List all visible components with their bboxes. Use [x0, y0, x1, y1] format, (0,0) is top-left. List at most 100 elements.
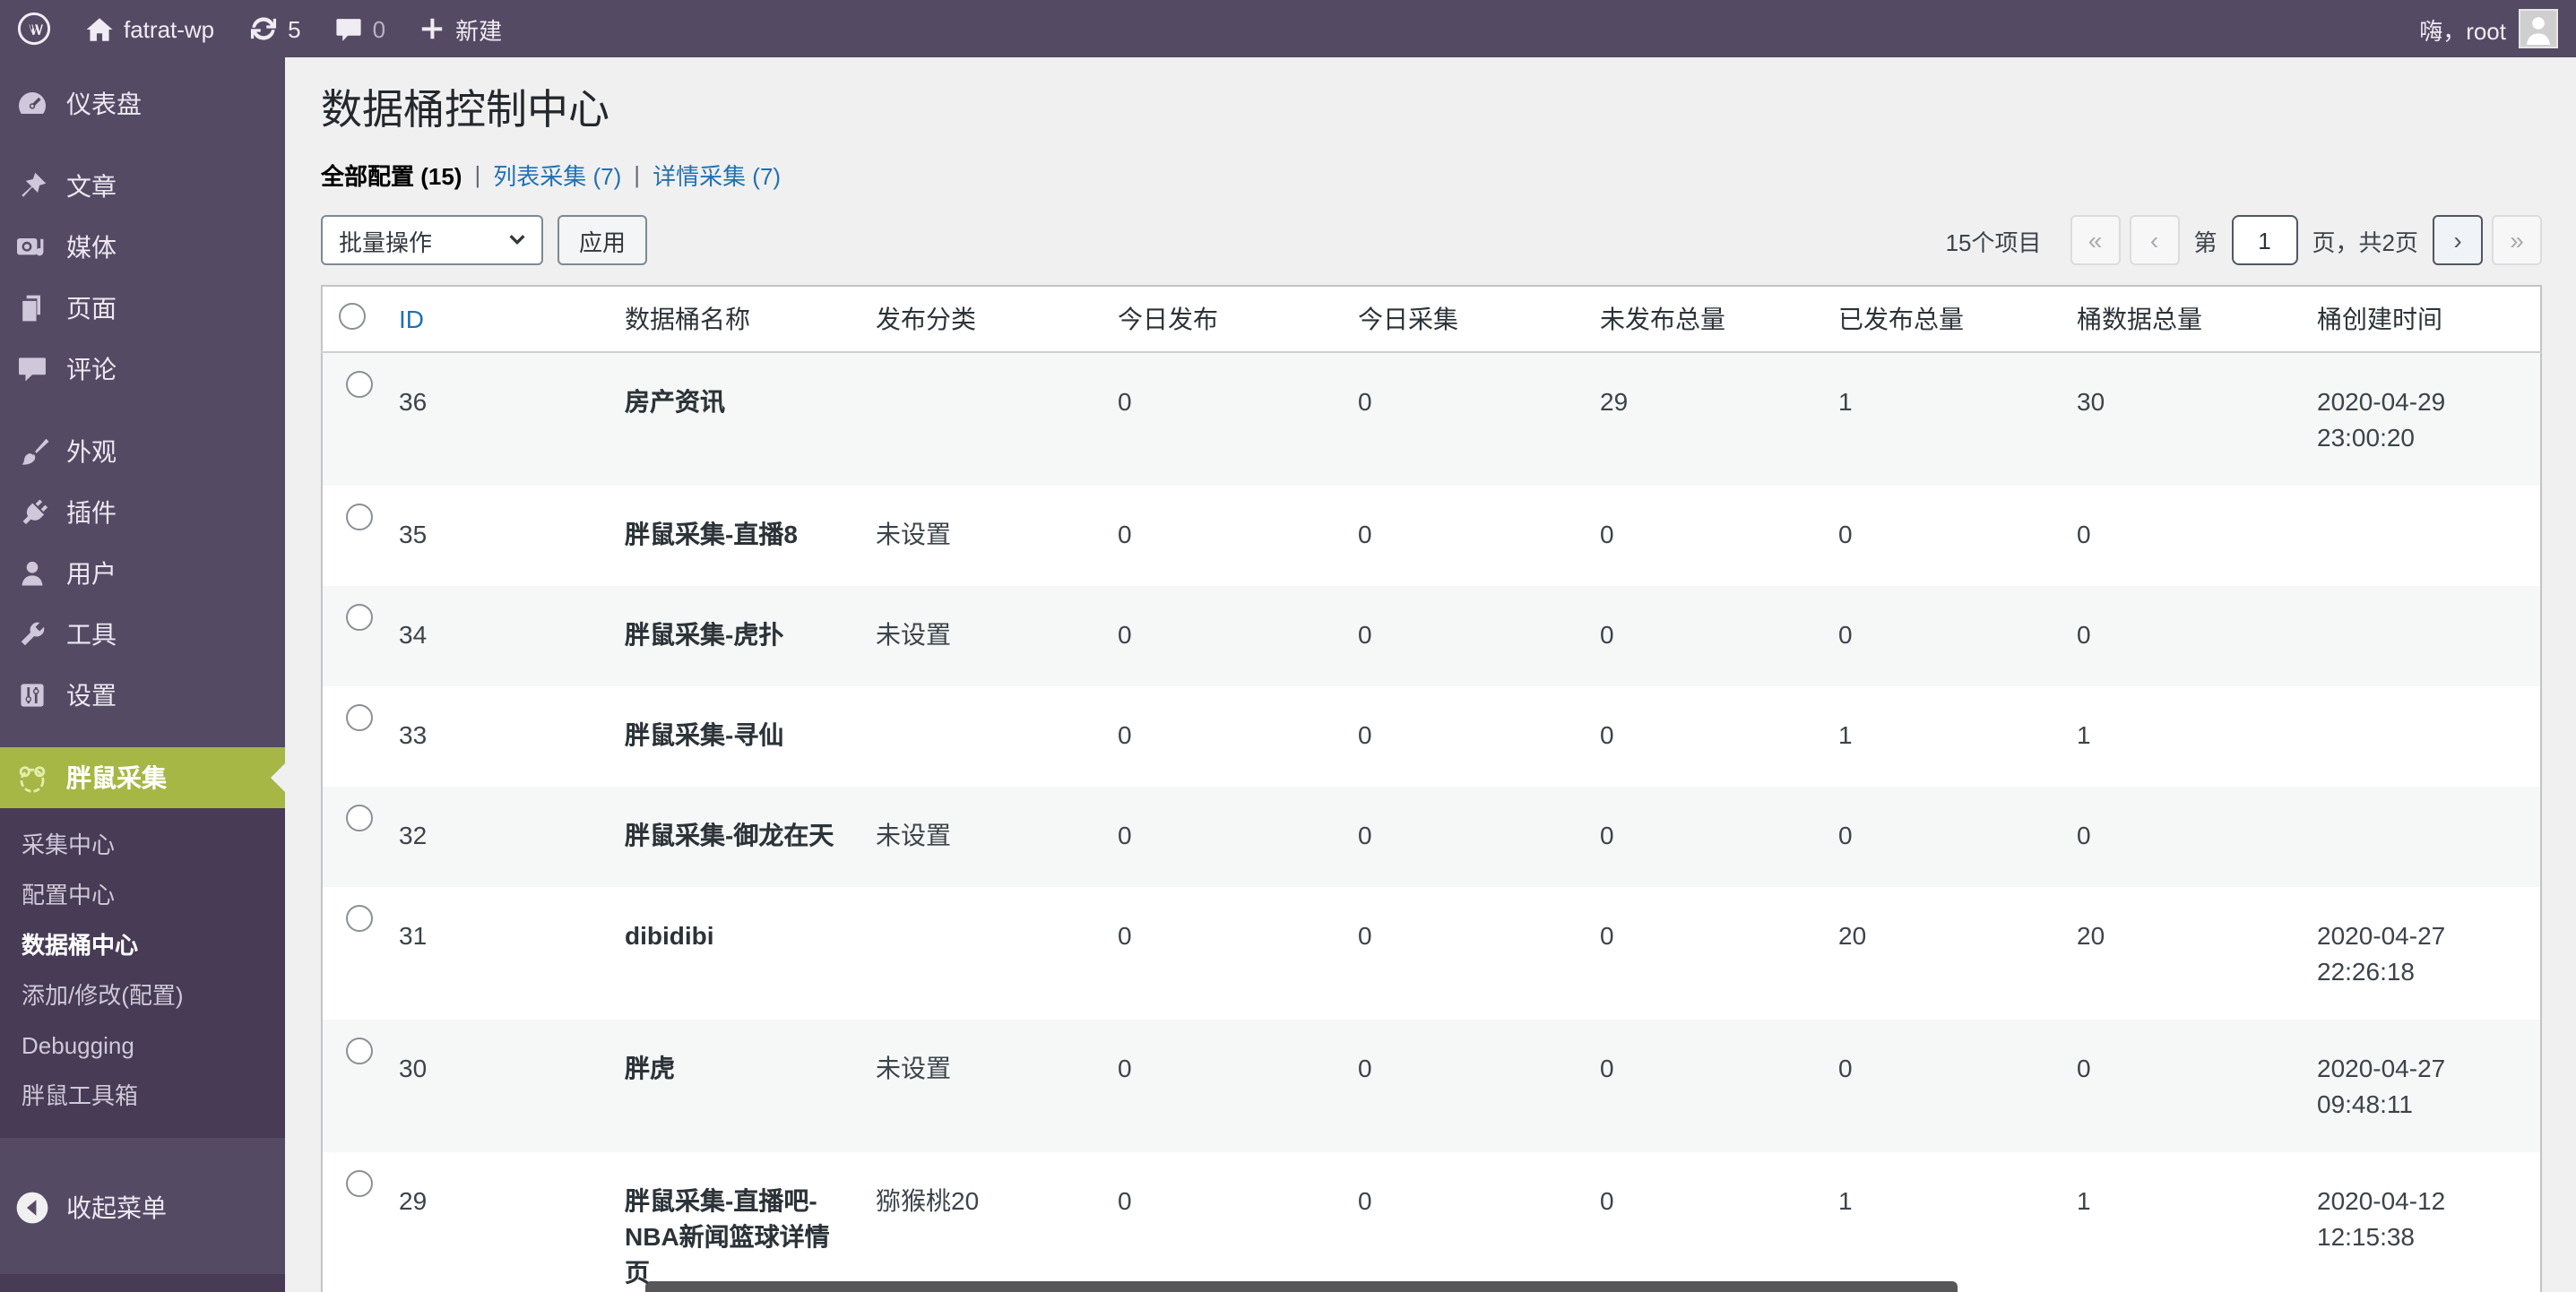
cell-created-at: 2020-04-27 09:48:11	[2299, 1020, 2541, 1152]
items-count: 15个项目	[1946, 223, 2042, 257]
dashboard-gauge-icon	[14, 86, 50, 122]
cell-bucket-total: 30	[2059, 352, 2299, 486]
cell-id: 30	[381, 1020, 607, 1152]
wordpress-logo-icon	[16, 11, 52, 47]
submenu-item-data-bucket-center[interactable]: 数据桶中心	[0, 921, 285, 971]
cell-bucket-total: 1	[2059, 1152, 2299, 1292]
submenu-item-collect-center[interactable]: 采集中心	[0, 821, 285, 871]
cell-today-published: 0	[1100, 1020, 1340, 1152]
last-page-button[interactable]: »	[2492, 215, 2542, 265]
sidebar-item-label: 胖鼠采集	[66, 760, 167, 796]
filter-links: 全部配置 (15) 列表采集 (7) 详情采集 (7)	[321, 158, 2542, 192]
table-row: 36房产资讯00291302020-04-29 23:00:20	[322, 352, 2541, 486]
column-header-unpublished-total: 未发布总量	[1582, 286, 1820, 352]
cell-category: 未设置	[858, 486, 1100, 586]
data-bucket-table: ID 数据桶名称 发布分类 今日发布 今日采集 未发布总量 已发布总量 桶数据总…	[321, 285, 2542, 1292]
sidebar-item-label: 插件	[66, 495, 117, 530]
row-checkbox[interactable]	[347, 371, 374, 398]
collapse-menu-button[interactable]: 收起菜单	[0, 1177, 285, 1238]
cell-unpublished-total: 0	[1582, 686, 1820, 787]
sidebar-item-comments[interactable]: 评论	[0, 339, 285, 400]
row-checkbox[interactable]	[347, 704, 374, 731]
submenu-item-config-center[interactable]: 配置中心	[0, 871, 285, 921]
comments-link[interactable]: 0	[317, 0, 402, 57]
new-content-link[interactable]: 新建	[402, 0, 518, 57]
filter-list-collect[interactable]: 列表采集 (7)	[493, 158, 621, 192]
admin-bar: fatrat-wp 5 0 新建 嗨，root	[0, 0, 2576, 57]
sidebar-item-users[interactable]: 用户	[0, 543, 285, 604]
table-row: 31dibidibi00020202020-04-27 22:26:18	[322, 887, 2541, 1020]
account-menu[interactable]: 嗨，root	[2419, 0, 2576, 57]
bulk-action-select[interactable]: 批量操作	[321, 215, 543, 265]
row-select-cell	[322, 352, 381, 486]
home-icon	[84, 13, 115, 44]
next-page-button[interactable]: ›	[2433, 215, 2483, 265]
cell-unpublished-total: 0	[1582, 887, 1820, 1020]
cell-bucket-name: 胖鼠采集-直播8	[607, 486, 858, 586]
submenu-item-toolbox[interactable]: 胖鼠工具箱	[0, 1072, 285, 1122]
cell-published-total: 1	[1820, 352, 2059, 486]
row-checkbox[interactable]	[347, 1038, 374, 1064]
submenu-item-debugging[interactable]: Debugging	[0, 1021, 285, 1072]
column-header-published-total: 已发布总量	[1820, 286, 2059, 352]
cell-today-published: 0	[1100, 352, 1340, 486]
row-checkbox[interactable]	[347, 805, 374, 831]
row-checkbox[interactable]	[347, 1170, 374, 1197]
sort-by-id-link[interactable]: ID	[399, 305, 424, 333]
cell-category: 未设置	[858, 1020, 1100, 1152]
paintbrush-icon	[14, 434, 50, 469]
cell-unpublished-total: 0	[1582, 586, 1820, 686]
cell-published-total: 1	[1820, 686, 2059, 787]
cell-bucket-total: 20	[2059, 887, 2299, 1020]
avatar	[2519, 9, 2558, 48]
fatrat-mouse-icon	[14, 760, 50, 796]
cell-unpublished-total: 0	[1582, 486, 1820, 586]
updates-link[interactable]: 5	[230, 0, 316, 57]
filter-detail-collect[interactable]: 详情采集 (7)	[653, 158, 781, 192]
row-checkbox[interactable]	[347, 504, 374, 530]
row-select-cell	[322, 686, 381, 787]
sidebar-item-label: 评论	[66, 351, 117, 387]
sidebar-item-settings[interactable]: 设置	[0, 665, 285, 726]
sidebar-item-label: 页面	[66, 290, 117, 326]
current-page-input[interactable]	[2232, 215, 2298, 265]
cell-today-collected: 0	[1340, 787, 1582, 887]
cell-unpublished-total: 29	[1582, 352, 1820, 486]
cell-today-collected: 0	[1340, 1152, 1582, 1292]
cell-today-collected: 0	[1340, 486, 1582, 586]
row-select-cell	[322, 887, 381, 1020]
sidebar-item-fatrat-collect[interactable]: 胖鼠采集	[0, 747, 285, 808]
cell-category: 未设置	[858, 586, 1100, 686]
sidebar-item-media[interactable]: 媒体	[0, 217, 285, 278]
cell-id: 33	[381, 686, 607, 787]
table-row: 30胖虎未设置000002020-04-27 09:48:11	[322, 1020, 2541, 1152]
cell-id: 36	[381, 352, 607, 486]
row-select-cell	[322, 1152, 381, 1292]
select-all-cell	[322, 286, 381, 352]
prev-page-button[interactable]: ‹	[2130, 215, 2180, 265]
row-select-cell	[322, 486, 381, 586]
sidebar-item-plugins[interactable]: 插件	[0, 482, 285, 543]
row-checkbox[interactable]	[347, 905, 374, 932]
select-all-checkbox[interactable]	[339, 303, 366, 330]
collapse-arrow-icon	[14, 1190, 50, 1226]
first-page-button[interactable]: «	[2070, 215, 2121, 265]
column-header-bucket-total: 桶数据总量	[2059, 286, 2299, 352]
cell-bucket-name: 胖虎	[607, 1020, 858, 1152]
row-select-cell	[322, 1020, 381, 1152]
sidebar-item-label: 文章	[66, 168, 117, 204]
cell-bucket-name: 胖鼠采集-御龙在天	[607, 787, 858, 887]
wordpress-logo-menu[interactable]	[0, 0, 68, 57]
submenu-item-add-edit-config[interactable]: 添加/修改(配置)	[0, 971, 285, 1021]
row-checkbox[interactable]	[347, 604, 374, 631]
filter-all-configs[interactable]: 全部配置 (15)	[321, 158, 462, 192]
sidebar-item-tools[interactable]: 工具	[0, 604, 285, 665]
sidebar-item-posts[interactable]: 文章	[0, 156, 285, 217]
sidebar-item-appearance[interactable]: 外观	[0, 421, 285, 482]
main-content: 数据桶控制中心 全部配置 (15) 列表采集 (7) 详情采集 (7) 批量操作…	[285, 57, 2576, 1292]
sidebar-item-pages[interactable]: 页面	[0, 278, 285, 339]
horizontal-scrollbar-thumb[interactable]	[645, 1281, 1958, 1292]
sidebar-item-dashboard[interactable]: 仪表盘	[0, 73, 285, 134]
apply-button[interactable]: 应用	[558, 215, 647, 265]
site-name-link[interactable]: fatrat-wp	[68, 0, 230, 57]
